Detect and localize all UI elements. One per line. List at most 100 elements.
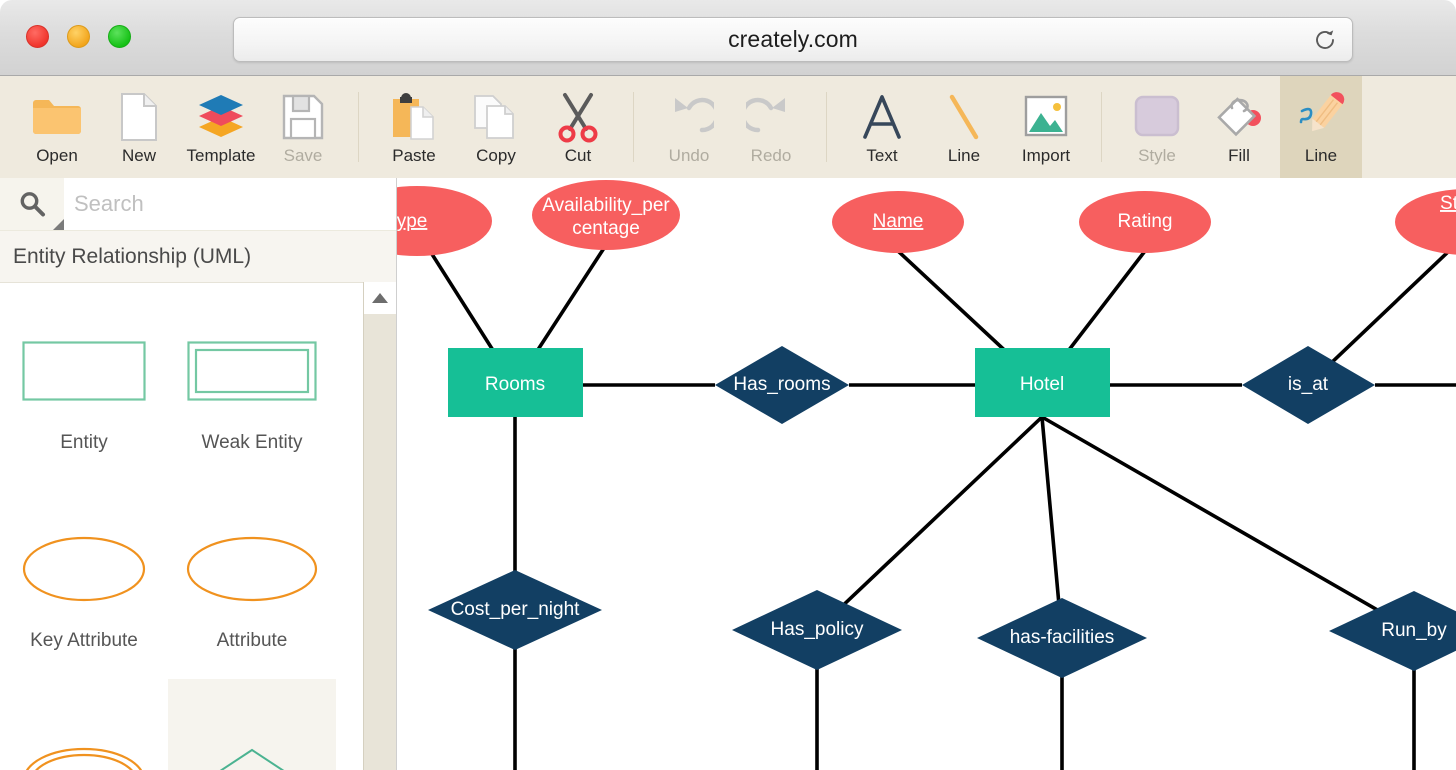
- layers-icon: [193, 90, 249, 144]
- attribute-ellipse-icon: [186, 508, 318, 630]
- connector-runby-hotel: [1042, 417, 1414, 770]
- attribute-node-st: St: [1395, 189, 1456, 255]
- shape-item-weak-entity[interactable]: Weak Entity: [168, 283, 336, 481]
- relationship-label: is_at: [1288, 374, 1329, 395]
- shape-library-title: Entity Relationship (UML): [0, 231, 396, 283]
- folder-icon: [30, 90, 84, 144]
- toolbar-label-line-style: Line: [1305, 146, 1337, 166]
- toolbar-button-redo[interactable]: Redo: [730, 76, 812, 178]
- copy-icon: [471, 90, 521, 144]
- toolbar-label-style: Style: [1138, 146, 1176, 166]
- connector-haspolicy-hotel: [817, 417, 1042, 770]
- triangle-up-icon[interactable]: [364, 282, 396, 314]
- toolbar-button-template[interactable]: Template: [180, 76, 262, 178]
- maximize-window-button[interactable]: [108, 25, 131, 48]
- shape-item-attribute[interactable]: Attribute: [168, 481, 336, 679]
- relationship-label: Cost_per_night: [451, 599, 581, 620]
- toolbar-button-style[interactable]: Style: [1116, 76, 1198, 178]
- toolbar-label-copy: Copy: [476, 146, 516, 166]
- toolbar-label-redo: Redo: [751, 146, 792, 166]
- attribute-node-rating: Rating: [1079, 191, 1211, 253]
- attribute-node-name: Name: [832, 191, 964, 253]
- entity-rect-icon: [22, 310, 146, 432]
- image-icon: [1020, 90, 1072, 144]
- multivalued-attribute-double-ellipse-icon: [22, 717, 146, 770]
- search-row: [0, 178, 396, 231]
- toolbar-label-cut: Cut: [565, 146, 591, 166]
- toolbar-button-undo[interactable]: Undo: [648, 76, 730, 178]
- redo-arrow-icon: [746, 90, 796, 144]
- browser-title-bar: creately.com: [0, 0, 1456, 76]
- search-icon[interactable]: [0, 178, 64, 230]
- toolbar-label-open: Open: [36, 146, 78, 166]
- connector-lines: [430, 245, 1456, 770]
- shape-panel-scrollbar[interactable]: [363, 282, 396, 770]
- address-bar[interactable]: creately.com: [233, 17, 1353, 62]
- relationship-label: Has_policy: [771, 619, 864, 640]
- weak-entity-double-rect-icon: [187, 310, 317, 432]
- diagonal-line-icon: [942, 90, 986, 144]
- scissors-icon: [553, 90, 603, 144]
- toolbar-button-new[interactable]: New: [98, 76, 180, 178]
- toolbar-button-line[interactable]: Line: [923, 76, 1005, 178]
- toolbar-label-fill: Fill: [1228, 146, 1250, 166]
- connector-hasfacilities-hotel: [1042, 417, 1062, 770]
- undo-arrow-icon: [664, 90, 714, 144]
- attribute-label: Rating: [1118, 211, 1173, 232]
- shape-item-key-attribute[interactable]: Key Attribute: [0, 481, 168, 679]
- clipboard-icon: [389, 90, 439, 144]
- relationship-node-has-facilities: has-facilities: [977, 598, 1147, 678]
- toolbar-button-import[interactable]: Import: [1005, 76, 1087, 178]
- paint-bucket-icon: [1212, 90, 1266, 144]
- relationship-node-run-by: Run_by: [1329, 591, 1456, 671]
- toolbar-separator: [358, 92, 359, 162]
- toolbar-button-text[interactable]: Text: [841, 76, 923, 178]
- toolbar-button-save[interactable]: Save: [262, 76, 344, 178]
- entity-node-rooms: Rooms: [448, 348, 583, 417]
- relationship-label: has-facilities: [1010, 627, 1115, 648]
- shape-item-entity[interactable]: Entity: [0, 283, 168, 481]
- reload-icon[interactable]: [1312, 27, 1338, 53]
- shape-label: Entity: [60, 432, 108, 454]
- relationship-label: Run_by: [1381, 620, 1447, 641]
- url-text: creately.com: [728, 26, 858, 53]
- toolbar-separator: [826, 92, 827, 162]
- shape-label: Key Attribute: [30, 630, 138, 652]
- toolbar-label-text: Text: [866, 146, 897, 166]
- relationship-node-cost-per-night: Cost_per_night: [428, 570, 602, 650]
- attribute-label-line1: Availability_per: [542, 195, 670, 216]
- entity-node-hotel: Hotel: [975, 348, 1110, 417]
- toolbar-button-paste[interactable]: Paste: [373, 76, 455, 178]
- shape-item-relationship[interactable]: [168, 679, 336, 770]
- toolbar-label-new: New: [122, 146, 156, 166]
- toolbar-button-fill[interactable]: Fill: [1198, 76, 1280, 178]
- search-input[interactable]: [64, 178, 396, 230]
- minimize-window-button[interactable]: [67, 25, 90, 48]
- relationship-node-has-policy: Has_policy: [732, 590, 902, 670]
- attribute-label: Name: [873, 211, 924, 232]
- pencil-icon: [1292, 90, 1350, 144]
- toolbar-label-paste: Paste: [392, 146, 435, 166]
- shape-library-panel: Entity Relationship (UML) Entity Wea: [0, 178, 397, 770]
- attribute-label: St: [1440, 193, 1456, 214]
- toolbar-label-import: Import: [1022, 146, 1070, 166]
- attribute-node-availability-percentage: Availability_per centage: [532, 180, 680, 250]
- close-window-button[interactable]: [26, 25, 49, 48]
- toolbar-label-save: Save: [284, 146, 323, 166]
- toolbar-button-copy[interactable]: Copy: [455, 76, 537, 178]
- rounded-square-icon: [1131, 90, 1183, 144]
- app-toolbar: Open New Template: [0, 76, 1456, 178]
- page-icon: [118, 90, 160, 144]
- toolbar-button-open[interactable]: Open: [16, 76, 98, 178]
- key-attribute-ellipse-icon: [22, 508, 146, 630]
- window-controls: [26, 25, 131, 48]
- toolbar-button-line-style[interactable]: Line: [1280, 76, 1362, 178]
- relationship-diamond-icon: [168, 717, 336, 770]
- shape-label: Weak Entity: [201, 432, 302, 454]
- attribute-node-type: ype: [397, 186, 492, 256]
- diagram-canvas[interactable]: ype Availability_per centage Name Rating: [397, 178, 1456, 770]
- shape-item-multivalued-attribute[interactable]: [0, 679, 168, 770]
- toolbar-button-cut[interactable]: Cut: [537, 76, 619, 178]
- attribute-label: ype: [397, 211, 427, 232]
- toolbar-label-template: Template: [187, 146, 256, 166]
